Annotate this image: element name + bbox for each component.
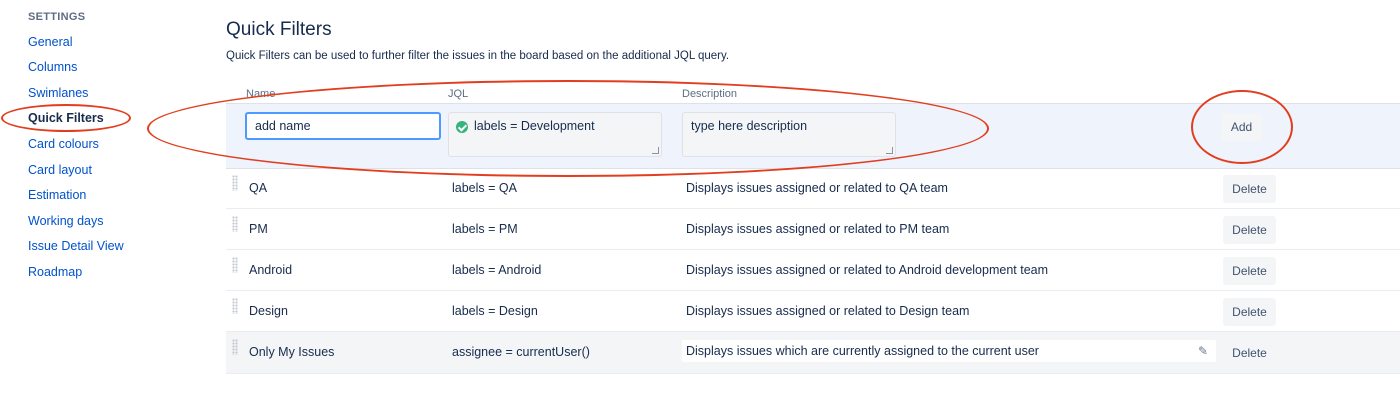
filter-description[interactable]: Displays issues assigned or related to D… — [686, 304, 969, 318]
resize-grip-icon[interactable] — [886, 147, 893, 154]
quick-filters-panel: Quick Filters Quick Filters can be used … — [226, 0, 1400, 420]
delete-button[interactable]: Delete — [1223, 339, 1276, 367]
filter-name[interactable]: Design — [249, 304, 288, 318]
drag-handle-icon[interactable] — [232, 339, 238, 355]
filter-row: Android labels = Android Displays issues… — [226, 250, 1400, 291]
filter-jql[interactable]: labels = PM — [452, 222, 518, 236]
filter-row: Design labels = Design Displays issues a… — [226, 291, 1400, 332]
column-header-description: Description — [682, 88, 738, 100]
drag-handle-icon[interactable] — [232, 257, 238, 273]
resize-grip-icon[interactable] — [652, 147, 659, 154]
delete-button[interactable]: Delete — [1223, 216, 1276, 244]
filter-description[interactable]: Displays issues assigned or related to P… — [686, 222, 949, 236]
filter-jql[interactable]: labels = Design — [452, 304, 538, 318]
filter-name[interactable]: Only My Issues — [249, 345, 334, 359]
delete-button[interactable]: Delete — [1223, 257, 1276, 285]
settings-sidebar: SETTINGS General Columns Swimlanes Quick… — [0, 0, 200, 420]
drag-handle-icon[interactable] — [232, 175, 238, 191]
filter-description-input[interactable]: type here description — [682, 112, 896, 157]
filter-name-input[interactable]: add name — [245, 112, 441, 140]
filter-description[interactable]: Displays issues assigned or related to A… — [686, 263, 1048, 277]
sidebar-item-issue-detail-view[interactable]: Issue Detail View — [28, 239, 124, 253]
page-description: Quick Filters can be used to further fil… — [226, 50, 730, 62]
description-placeholder: type here description — [691, 119, 808, 133]
filter-row: QA labels = QA Displays issues assigned … — [226, 168, 1400, 209]
filter-jql[interactable]: assignee = currentUser() — [452, 345, 590, 359]
pencil-icon[interactable]: ✎ — [1198, 344, 1208, 358]
filter-jql[interactable]: labels = Android — [452, 263, 541, 277]
filter-description[interactable]: Displays issues assigned or related to Q… — [686, 181, 948, 195]
filter-row: PM labels = PM Displays issues assigned … — [226, 209, 1400, 250]
column-header-name: Name — [246, 88, 276, 100]
sidebar-item-estimation[interactable]: Estimation — [28, 188, 86, 202]
sidebar-item-swimlanes[interactable]: Swimlanes — [28, 86, 88, 100]
filter-name[interactable]: QA — [249, 181, 267, 195]
sidebar-item-card-layout[interactable]: Card layout — [28, 163, 92, 177]
filter-jql-input[interactable]: labels = Development — [448, 112, 662, 157]
sidebar-item-quick-filters[interactable]: Quick Filters — [28, 111, 104, 125]
column-header-jql: JQL — [448, 88, 469, 100]
check-circle-icon — [456, 121, 468, 133]
add-button[interactable]: Add — [1221, 113, 1262, 141]
sidebar-item-working-days[interactable]: Working days — [28, 214, 104, 228]
filter-row: Only My Issues assignee = currentUser() … — [226, 332, 1400, 374]
filter-name[interactable]: Android — [249, 263, 292, 277]
filter-description-edit[interactable]: Displays issues which are currently assi… — [682, 340, 1216, 362]
sidebar-item-card-colours[interactable]: Card colours — [28, 137, 99, 151]
drag-handle-icon[interactable] — [232, 298, 238, 314]
page-title: Quick Filters — [226, 19, 332, 40]
jql-value: labels = Development — [474, 119, 595, 133]
delete-button[interactable]: Delete — [1223, 298, 1276, 326]
sidebar-item-columns[interactable]: Columns — [28, 60, 77, 74]
sidebar-item-general[interactable]: General — [28, 35, 72, 49]
filter-name[interactable]: PM — [249, 222, 268, 236]
sidebar-heading: SETTINGS — [28, 11, 86, 23]
filter-jql[interactable]: labels = QA — [452, 181, 517, 195]
drag-handle-icon[interactable] — [232, 216, 238, 232]
sidebar-item-roadmap[interactable]: Roadmap — [28, 265, 82, 279]
delete-button[interactable]: Delete — [1223, 175, 1276, 203]
filter-description: Displays issues which are currently assi… — [686, 344, 1039, 358]
add-filter-row: add name labels = Development type here … — [226, 103, 1400, 169]
